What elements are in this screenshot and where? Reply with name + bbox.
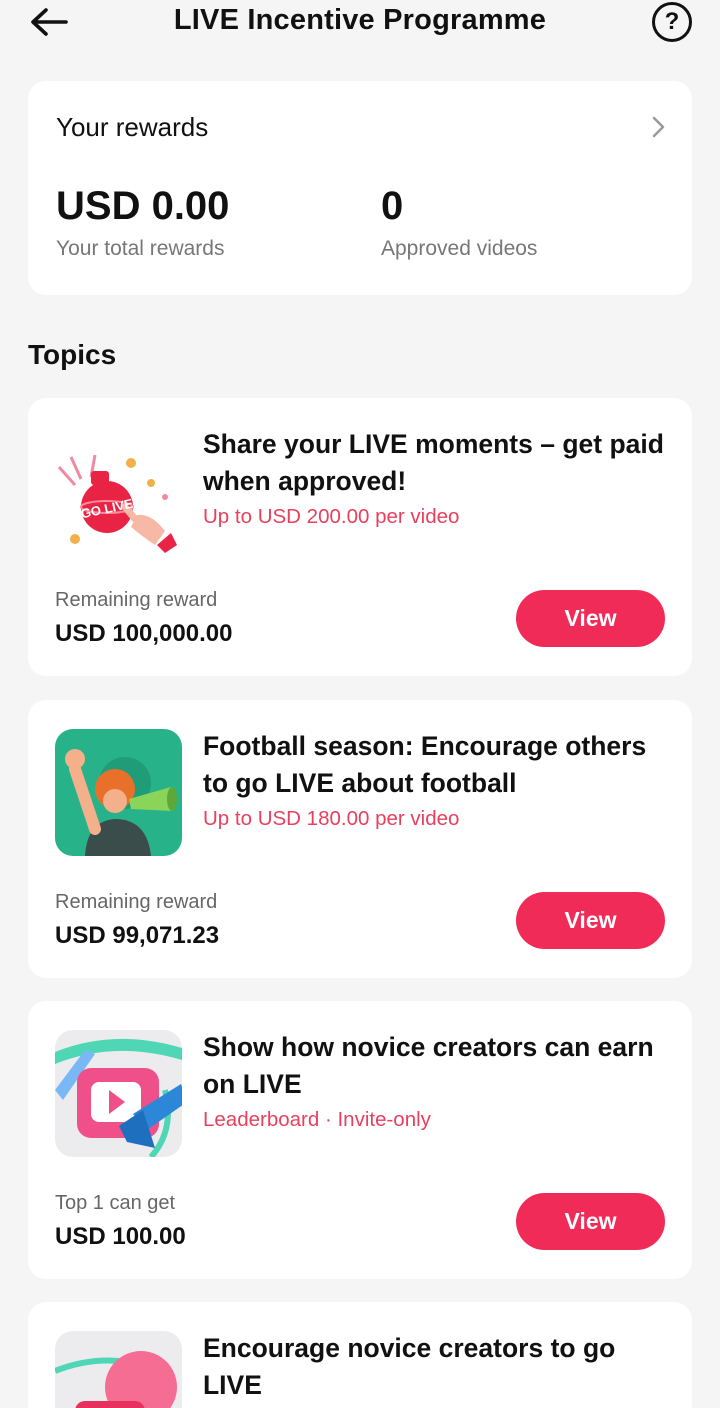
reward-label: Top 1 can get [55,1192,176,1214]
total-rewards-label: Your total rewards [56,237,225,260]
approved-videos-value: 0 [381,184,404,228]
view-button[interactable]: View [516,892,665,949]
topic-title: Show how novice creators can earn on LIV… [203,1032,654,1099]
top-bar: LIVE Incentive Programme ? [0,0,720,46]
reward-value: USD 99,071.23 [55,922,220,949]
topic-card[interactable]: Football season: Encourage others to go … [28,700,692,978]
novice-creator-illustration [55,1331,182,1408]
topic-subtitle: Up to USD 180.00 per video [203,807,460,830]
help-button[interactable]: ? [652,2,692,42]
football-fan-illustration [55,729,182,856]
topics-heading: Topics [28,339,117,370]
reward-label: Remaining reward [55,891,218,913]
reward-value: USD 100.00 [55,1223,186,1250]
topic-card[interactable]: GO LIVE Share your LIVE moments – get pa… [28,398,692,676]
view-button[interactable]: View [516,590,665,647]
page-title: LIVE Incentive Programme [173,4,547,36]
go-live-illustration: GO LIVE [55,427,182,554]
chevron-right-icon [652,116,665,138]
topic-card[interactable]: Encourage novice creators to go LIVE [28,1302,692,1408]
question-icon: ? [664,8,680,35]
approved-videos-label: Approved videos [381,237,538,260]
view-button[interactable]: View [516,1193,665,1250]
reward-value: USD 100,000.00 [55,620,233,647]
topic-subtitle: Leaderboard · Invite-only [203,1108,431,1131]
topic-card[interactable]: Show how novice creators can earn on LIV… [28,1001,692,1279]
topic-title: Football season: Encourage others to go … [203,731,647,798]
rewards-card[interactable]: Your rewards USD 0.00 Your total rewards… [28,81,692,295]
creator-video-illustration [55,1030,182,1157]
topic-title: Share your LIVE moments – get paid when … [203,429,664,496]
total-rewards-value: USD 0.00 [56,184,230,228]
topic-subtitle: Up to USD 200.00 per video [203,505,460,528]
rewards-title: Your rewards [56,112,209,142]
reward-label: Remaining reward [55,589,218,611]
topic-title: Encourage novice creators to go LIVE [203,1333,616,1400]
